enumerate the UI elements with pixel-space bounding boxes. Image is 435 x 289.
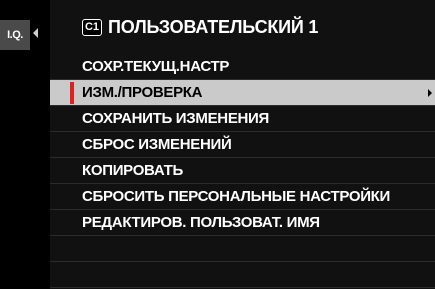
menu-item-save-changes[interactable]: СОХРАНИТЬ ИЗМЕНЕНИЯ <box>50 106 435 132</box>
menu-header: C1 ПОЛЬЗОВАТЕЛЬСКИЙ 1 <box>50 10 435 44</box>
sidebar: I.Q. <box>0 0 43 289</box>
menu-item-save-current-settings[interactable]: СОХР.ТЕКУЩ.НАСТР <box>50 54 435 80</box>
menu-item-empty <box>50 236 435 262</box>
menu-item-label: КОПИРОВАТЬ <box>82 162 183 179</box>
selection-marker <box>70 82 74 104</box>
back-arrow-icon[interactable] <box>33 28 38 38</box>
menu-item-label: СБРОС ИЗМЕНЕНИЙ <box>82 136 232 153</box>
page-title: ПОЛЬЗОВАТЕЛЬСКИЙ 1 <box>108 16 319 37</box>
menu-item-label: СБРОСИТЬ ПЕРСОНАЛЬНЫЕ НАСТРОЙКИ <box>82 188 391 205</box>
menu-list: СОХР.ТЕКУЩ.НАСТР ИЗМ./ПРОВЕРКА СОХРАНИТЬ… <box>50 54 435 288</box>
menu-item-edit-custom-name[interactable]: РЕДАКТИРОВ. ПОЛЬЗОВАТ. ИМЯ <box>50 210 435 236</box>
menu-item-edit-check[interactable]: ИЗМ./ПРОВЕРКА <box>50 80 435 106</box>
menu-item-reset-custom-settings[interactable]: СБРОСИТЬ ПЕРСОНАЛЬНЫЕ НАСТРОЙКИ <box>50 184 435 210</box>
menu-item-reset-changes[interactable]: СБРОС ИЗМЕНЕНИЙ <box>50 132 435 158</box>
tab-image-quality-label: I.Q. <box>7 29 23 41</box>
menu-item-copy[interactable]: КОПИРОВАТЬ <box>50 158 435 184</box>
menu-item-label: СОХР.ТЕКУЩ.НАСТР <box>82 58 230 75</box>
menu-item-label: СОХРАНИТЬ ИЗМЕНЕНИЯ <box>82 110 270 127</box>
custom-setting-badge-label: C1 <box>84 21 100 33</box>
menu-item-empty <box>50 262 435 288</box>
custom-setting-badge: C1 <box>82 18 102 36</box>
menu-item-label: ИЗМ./ПРОВЕРКА <box>82 84 203 101</box>
menu-item-label: РЕДАКТИРОВ. ПОЛЬЗОВАТ. ИМЯ <box>82 214 320 231</box>
submenu-arrow-icon <box>428 89 432 97</box>
tab-image-quality[interactable]: I.Q. <box>0 20 30 50</box>
